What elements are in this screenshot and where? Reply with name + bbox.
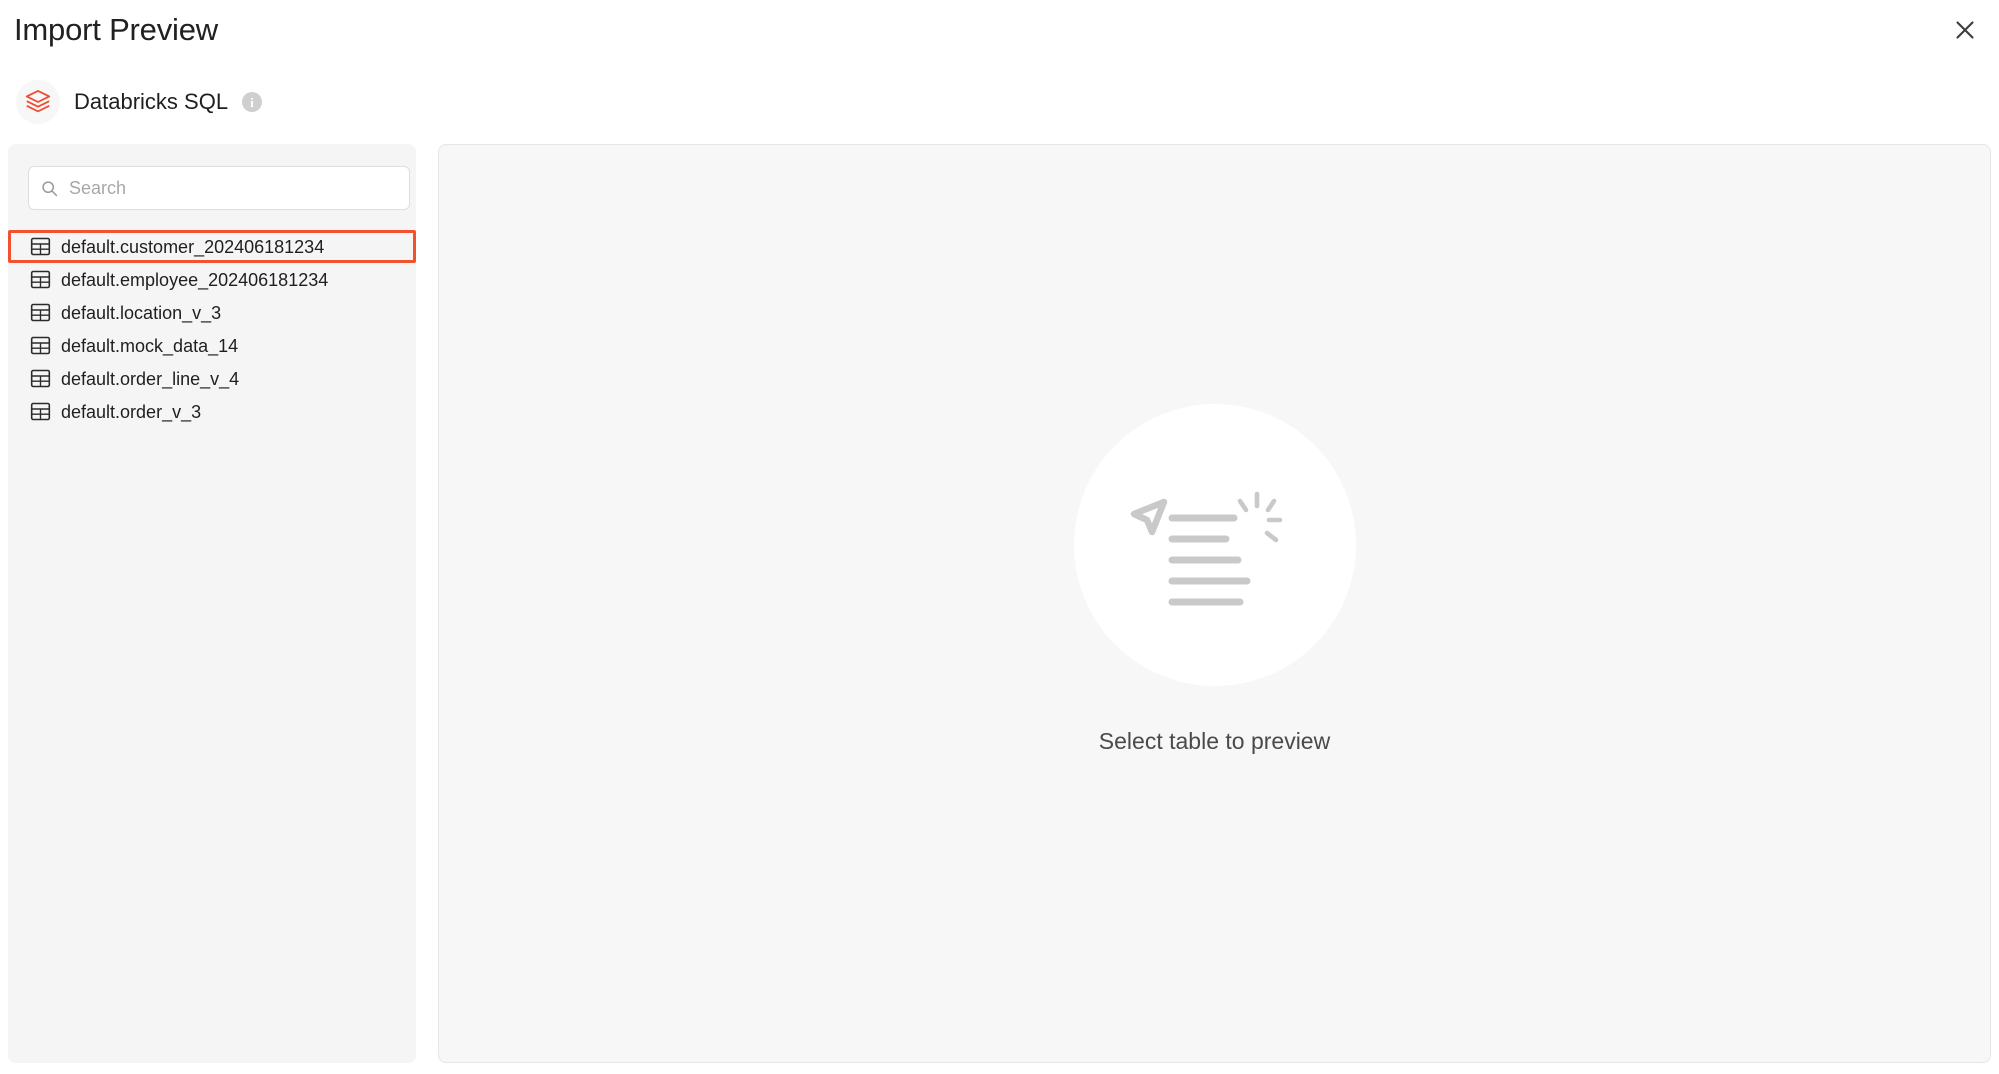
search-box[interactable]: [28, 166, 410, 210]
table-icon: [30, 336, 51, 355]
data-source-row: Databricks SQL i: [16, 78, 263, 126]
list-item-label: default.order_v_3: [61, 401, 202, 422]
close-icon[interactable]: [1945, 10, 1985, 50]
import-preview-dialog: Import Preview Databricks SQL i Search d…: [0, 0, 1999, 1074]
table-icon: [30, 270, 51, 289]
table-icon: [30, 369, 51, 388]
list-item-label: default.mock_data_14: [61, 335, 239, 356]
cursor-select-lines-icon: [1130, 491, 1282, 606]
list-item[interactable]: default.mock_data_14: [8, 329, 416, 362]
search-input[interactable]: [69, 167, 397, 209]
list-item-label: default.customer_202406181234: [61, 236, 325, 257]
table-browser-sidebar: default.customer_202406181234 default.em…: [8, 144, 416, 1063]
list-item-label: default.location_v_3: [61, 302, 222, 323]
list-item-label: default.order_line_v_4: [61, 368, 240, 389]
table-icon: [30, 237, 51, 256]
list-item[interactable]: default.order_line_v_4: [8, 362, 416, 395]
cursor-arrow-glyph: [1130, 498, 1167, 536]
table-icon: [30, 303, 51, 322]
empty-state-circle: [1073, 404, 1356, 686]
dialog-titlebar: Import Preview: [0, 0, 1999, 68]
info-icon[interactable]: i: [242, 92, 263, 112]
empty-state: Select table to preview: [1073, 404, 1356, 755]
list-item[interactable]: default.order_v_3: [8, 395, 416, 428]
databricks-logo-icon: [16, 80, 60, 124]
close-glyph: [1956, 21, 1974, 39]
list-item[interactable]: default.employee_202406181234: [8, 263, 416, 296]
databricks-logo-glyph: [25, 90, 51, 113]
page-title: Import Preview: [14, 12, 218, 47]
search-icon: [42, 180, 58, 196]
data-source-name: Databricks SQL: [74, 89, 229, 114]
list-item-label: default.employee_202406181234: [61, 269, 329, 290]
table-icon: [30, 402, 51, 421]
table-list: default.customer_202406181234 default.em…: [8, 230, 416, 428]
list-item[interactable]: default.location_v_3: [8, 296, 416, 329]
empty-state-message: Select table to preview: [1098, 728, 1331, 754]
table-preview-panel: Select table to preview: [438, 144, 1991, 1063]
list-item[interactable]: default.customer_202406181234: [8, 230, 416, 263]
